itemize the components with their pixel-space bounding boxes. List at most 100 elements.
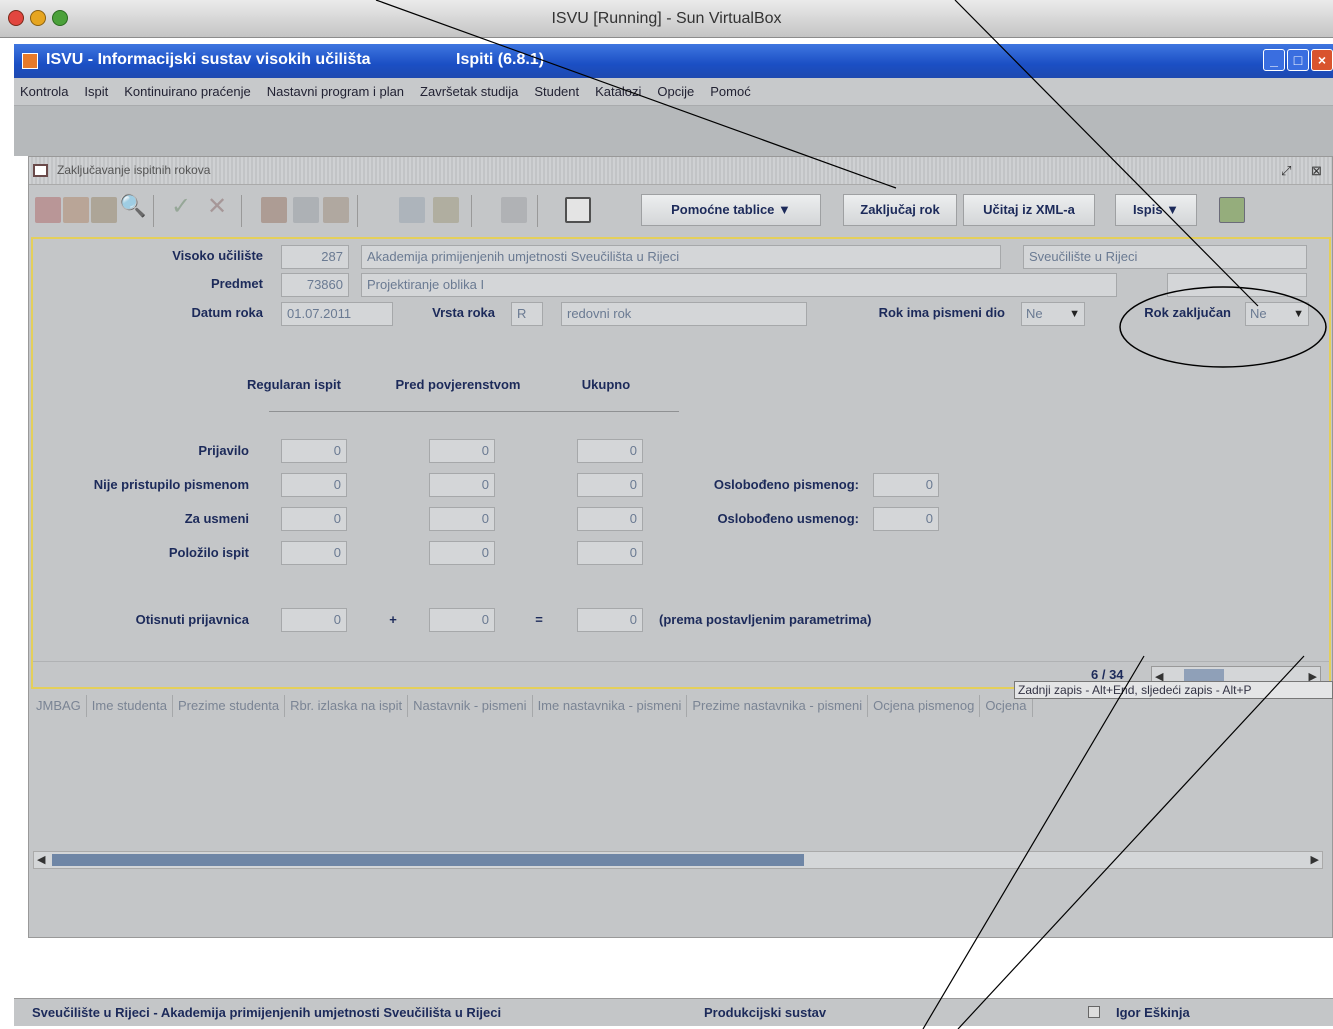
col-rbr-izlaska[interactable]: Rbr. izlaska na ispit bbox=[285, 695, 409, 717]
menu-zavrsetak[interactable]: Završetak studija bbox=[420, 84, 518, 99]
za-usmeni-ukupno-field[interactable]: 0 bbox=[577, 507, 643, 531]
new-icon[interactable] bbox=[35, 197, 61, 223]
visoko-uciliste-name-field[interactable]: Akademija primijenjenih umjetnosti Sveuč… bbox=[361, 245, 1001, 269]
delete-icon[interactable] bbox=[91, 197, 117, 223]
app-subtitle: Ispiti (6.8.1) bbox=[456, 51, 545, 68]
list-view-icon[interactable] bbox=[501, 197, 527, 223]
col-jmbag[interactable]: JMBAG bbox=[31, 695, 87, 717]
toolbar-separator bbox=[357, 195, 358, 227]
row-label: Položilo ispit bbox=[168, 545, 249, 560]
header-divider bbox=[269, 411, 679, 412]
exit-icon[interactable] bbox=[1219, 197, 1245, 223]
table-view-icon[interactable] bbox=[565, 197, 591, 223]
otisnuti-b-field[interactable]: 0 bbox=[429, 608, 495, 632]
col-nastavnik-pismeni[interactable]: Nastavnik - pismeni bbox=[408, 695, 533, 717]
col-ime-nastavnika-pismeni[interactable]: Ime nastavnika - pismeni bbox=[533, 695, 688, 717]
col-prezime-studenta[interactable]: Prezime studenta bbox=[173, 695, 286, 717]
scroll-left-icon[interactable]: ◀ bbox=[37, 853, 45, 866]
vrsta-roka-name-field[interactable]: redovni rok bbox=[561, 302, 807, 326]
ispis-button[interactable]: Ispis ▼ bbox=[1115, 194, 1197, 226]
frame-maximize-icon[interactable]: ⤢ bbox=[1281, 163, 1291, 179]
menu-katalozi[interactable]: Katalozi bbox=[595, 84, 641, 99]
students-table: JMBAG Ime studenta Prezime studenta Rbr.… bbox=[31, 693, 1331, 903]
nije-pristupilo-regularan-field[interactable]: 0 bbox=[281, 473, 347, 497]
col-ime-studenta[interactable]: Ime studenta bbox=[87, 695, 173, 717]
zakljucaj-rok-button[interactable]: Zaključaj rok bbox=[843, 194, 957, 226]
menu-ispit[interactable]: Ispit bbox=[84, 84, 108, 99]
copy-icon[interactable] bbox=[293, 197, 319, 223]
prijavilo-povjerenstvo-field[interactable]: 0 bbox=[429, 439, 495, 463]
menu-student[interactable]: Student bbox=[534, 84, 579, 99]
close-icon[interactable]: × bbox=[1311, 49, 1333, 71]
scroll-thumb[interactable] bbox=[52, 854, 804, 866]
col-ocjena-pismenog[interactable]: Ocjena pismenog bbox=[868, 695, 981, 717]
app-logo-icon bbox=[22, 53, 38, 69]
predmet-name-field[interactable]: Projektiranje oblika I bbox=[361, 273, 1117, 297]
edit-icon[interactable] bbox=[63, 197, 89, 223]
predmet-extra-field[interactable] bbox=[1167, 273, 1307, 297]
menu-kontrola[interactable]: Kontrola bbox=[20, 84, 68, 99]
vrsta-roka-code-field[interactable]: R bbox=[511, 302, 543, 326]
frame-close-icon[interactable]: ⊠ bbox=[1311, 163, 1322, 179]
app-titlebar: ISVU - Informacijski sustav visokih učil… bbox=[14, 44, 1333, 78]
oslobodeno-usmenog-field[interactable]: 0 bbox=[873, 507, 939, 531]
minimize-icon[interactable]: _ bbox=[1263, 49, 1285, 71]
frame-titlebar: Zaključavanje ispitnih rokova ⤢ ⊠ bbox=[29, 157, 1332, 185]
preview-icon[interactable] bbox=[399, 197, 425, 223]
frame-icon bbox=[33, 164, 48, 177]
pomocne-tablice-button[interactable]: Pomoćne tablice ▼ bbox=[641, 194, 821, 226]
otisnuti-a-field[interactable]: 0 bbox=[281, 608, 347, 632]
col-regularan: Regularan ispit bbox=[247, 377, 341, 392]
menu-nastavni-program[interactable]: Nastavni program i plan bbox=[267, 84, 404, 99]
rok-zakljucan-select[interactable]: Ne ▼ bbox=[1245, 302, 1309, 326]
col-prezime-nastavnika-pismeni[interactable]: Prezime nastavnika - pismeni bbox=[687, 695, 869, 717]
print-icon[interactable] bbox=[433, 197, 459, 223]
polozilo-povjerenstvo-field[interactable]: 0 bbox=[429, 541, 495, 565]
lock-icon bbox=[1088, 1006, 1100, 1018]
za-usmeni-povjerenstvo-field[interactable]: 0 bbox=[429, 507, 495, 531]
prijavilo-ukupno-field[interactable]: 0 bbox=[577, 439, 643, 463]
status-user: Igor Eškinja bbox=[1116, 1005, 1190, 1020]
cancel-icon[interactable]: ✕ bbox=[207, 192, 233, 220]
menu-kontinuirano[interactable]: Kontinuirano praćenje bbox=[124, 84, 250, 99]
datum-roka-field[interactable]: 01.07.2011 bbox=[281, 302, 393, 326]
nije-pristupilo-povjerenstvo-field[interactable]: 0 bbox=[429, 473, 495, 497]
rok-pismeni-select[interactable]: Ne ▼ bbox=[1021, 302, 1085, 326]
record-position: 6 / 34 bbox=[1091, 667, 1124, 682]
rok-zakljucan-value: Ne bbox=[1250, 306, 1267, 321]
row-label: Nije pristupilo pismenom bbox=[93, 477, 249, 492]
scroll-right-icon[interactable]: ▶ bbox=[1311, 853, 1319, 866]
otisnuti-label: Otisnuti prijavnica bbox=[135, 612, 249, 627]
statusbar: Sveučilište u Rijeci - Akademija primije… bbox=[14, 998, 1333, 1026]
chevron-down-icon: ▼ bbox=[1069, 308, 1080, 320]
visoko-uciliste-code-field[interactable]: 287 bbox=[281, 245, 349, 269]
menu-pomoc[interactable]: Pomoć bbox=[710, 84, 750, 99]
binoculars-icon[interactable]: 🔍 bbox=[119, 193, 146, 219]
col-ukupno: Ukupno bbox=[581, 377, 631, 392]
toolbar-separator bbox=[153, 195, 154, 227]
oslobodeno-pismenog-field[interactable]: 0 bbox=[873, 473, 939, 497]
menubar: Kontrola Ispit Kontinuirano praćenje Nas… bbox=[14, 78, 1333, 106]
ucitaj-xml-button[interactable]: Učitaj iz XML-a bbox=[963, 194, 1095, 226]
paste-icon[interactable] bbox=[323, 197, 349, 223]
confirm-icon[interactable]: ✓ bbox=[171, 192, 197, 220]
polozilo-ukupno-field[interactable]: 0 bbox=[577, 541, 643, 565]
predmet-code-field[interactable]: 73860 bbox=[281, 273, 349, 297]
row-label: Za usmeni bbox=[184, 511, 249, 526]
chevron-down-icon: ▼ bbox=[1293, 308, 1304, 320]
za-usmeni-regularan-field[interactable]: 0 bbox=[281, 507, 347, 531]
toolbar-separator bbox=[471, 195, 472, 227]
col-pred-povjerenstvom: Pred povjerenstvom bbox=[395, 377, 521, 392]
nije-pristupilo-ukupno-field[interactable]: 0 bbox=[577, 473, 643, 497]
polozilo-regularan-field[interactable]: 0 bbox=[281, 541, 347, 565]
internal-frame: Zaključavanje ispitnih rokova ⤢ ⊠ 🔍 ✓ ✕ … bbox=[28, 156, 1333, 938]
menu-opcije[interactable]: Opcije bbox=[657, 84, 694, 99]
scroll-thumb[interactable] bbox=[1184, 669, 1224, 681]
sveuciliste-field[interactable]: Sveučilište u Rijeci bbox=[1023, 245, 1307, 269]
cut-icon[interactable] bbox=[261, 197, 287, 223]
frame-title: Zaključavanje ispitnih rokova bbox=[57, 163, 211, 177]
maximize-icon[interactable]: □ bbox=[1287, 49, 1309, 71]
prijavilo-regularan-field[interactable]: 0 bbox=[281, 439, 347, 463]
otisnuti-total-field[interactable]: 0 bbox=[577, 608, 643, 632]
table-hscrollbar[interactable]: ◀ ▶ bbox=[33, 851, 1323, 869]
